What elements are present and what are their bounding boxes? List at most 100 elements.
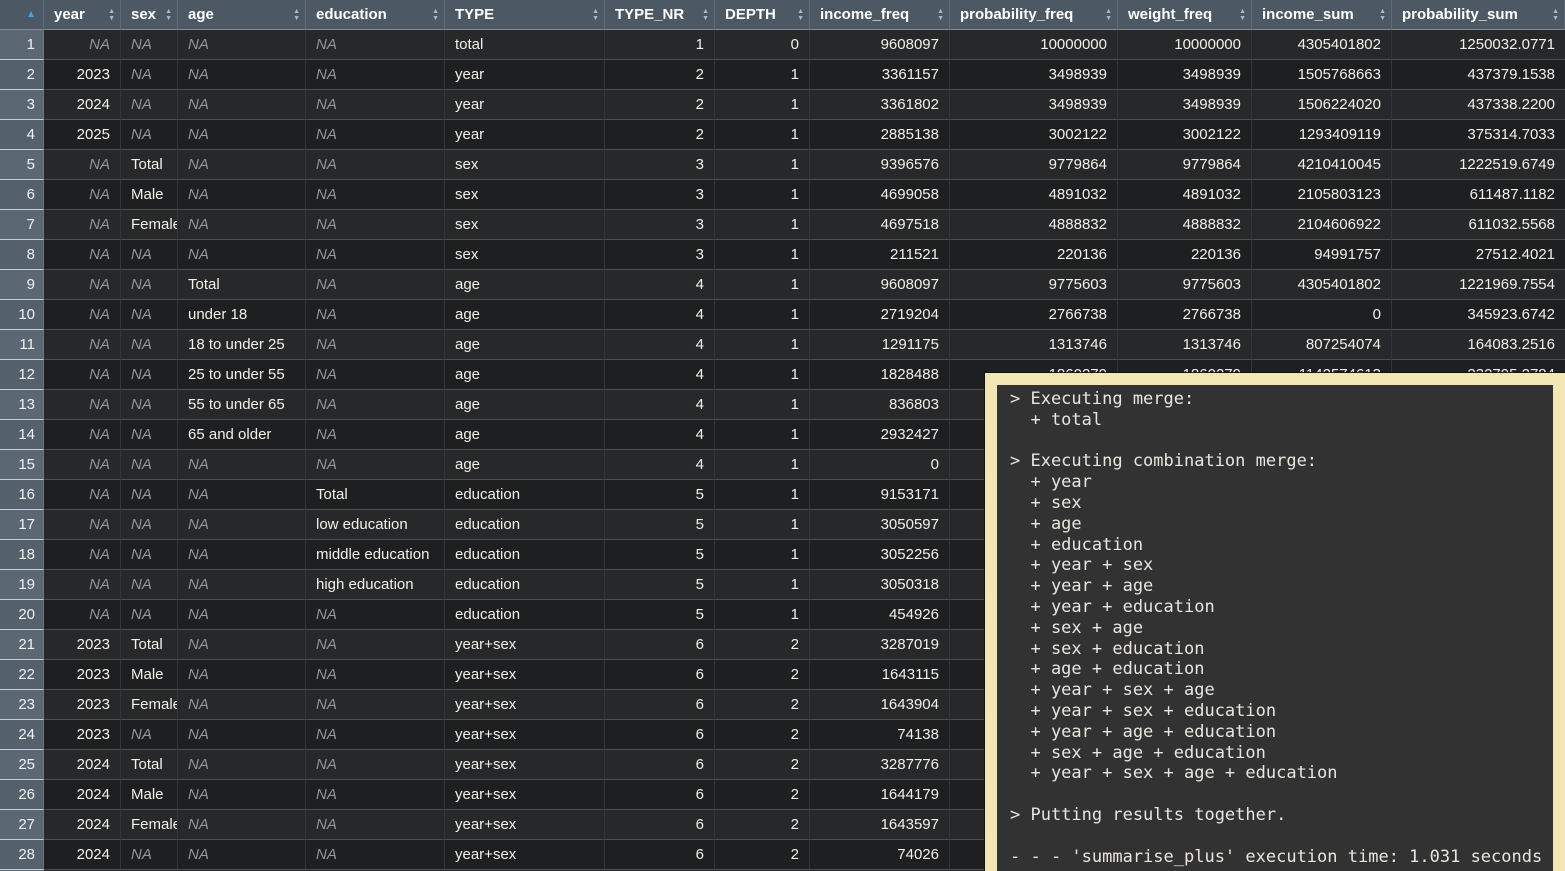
- column-header-income_freq[interactable]: income_freq ▲▼: [810, 0, 950, 30]
- cell: NA: [178, 480, 306, 510]
- console-output: > Executing merge: + total > Executing c…: [997, 385, 1553, 871]
- cell: NA: [121, 840, 178, 870]
- row-number: 16: [0, 480, 44, 510]
- cell: 2: [715, 690, 810, 720]
- cell: 94991757: [1252, 240, 1392, 270]
- cell: 9396576: [810, 150, 950, 180]
- cell: 2: [715, 750, 810, 780]
- column-header-sex[interactable]: sex▲▼: [121, 0, 178, 30]
- cell: 4699058: [810, 180, 950, 210]
- cell: 1: [715, 60, 810, 90]
- sort-arrows-icon: ▲▼: [1379, 8, 1386, 22]
- cell: 6: [605, 690, 715, 720]
- sort-arrows-icon: ▲▼: [937, 8, 944, 22]
- row-number: 17: [0, 510, 44, 540]
- row-number: 11: [0, 330, 44, 360]
- cell: 4: [605, 420, 715, 450]
- sort-arrows-icon: ▲▼: [1552, 8, 1559, 22]
- column-header-depth[interactable]: DEPTH▲▼: [715, 0, 810, 30]
- cell: 1: [715, 540, 810, 570]
- cell: 4891032: [950, 180, 1118, 210]
- row-index-header[interactable]: ▲: [0, 0, 44, 30]
- cell: 1: [715, 390, 810, 420]
- cell: 2023: [44, 60, 121, 90]
- sort-arrows-icon: ▲▼: [702, 8, 709, 22]
- cell: NA: [44, 30, 121, 60]
- column-header-age[interactable]: age▲▼: [178, 0, 306, 30]
- cell: 3361157: [810, 60, 950, 90]
- cell: NA: [44, 240, 121, 270]
- row-number: 19: [0, 570, 44, 600]
- column-header-income_sum[interactable]: income_sum▲▼: [1252, 0, 1392, 30]
- cell: education: [445, 510, 605, 540]
- table-row: 1NANANANAtotal10960809710000000100000004…: [0, 30, 1565, 60]
- cell: year: [445, 60, 605, 90]
- cell: 3287019: [810, 630, 950, 660]
- cell: NA: [306, 210, 445, 240]
- cell: age: [445, 270, 605, 300]
- cell: NA: [178, 810, 306, 840]
- cell: 4: [605, 360, 715, 390]
- sort-arrows-icon: ▲▼: [1239, 8, 1246, 22]
- cell: 437379.1538: [1392, 60, 1565, 90]
- cell: Male: [121, 180, 178, 210]
- cell: 3498939: [950, 60, 1118, 90]
- row-number: 3: [0, 90, 44, 120]
- cell: NA: [121, 390, 178, 420]
- column-label: TYPE_NR: [615, 6, 684, 23]
- row-number: 21: [0, 630, 44, 660]
- cell: Female: [121, 210, 178, 240]
- row-number: 28: [0, 840, 44, 870]
- cell: 2024: [44, 810, 121, 840]
- cell: NA: [306, 720, 445, 750]
- cell: 164083.2516: [1392, 330, 1565, 360]
- column-header-probability_sum[interactable]: probability_sum ▲▼: [1392, 0, 1565, 30]
- cell: NA: [306, 120, 445, 150]
- cell: 3052256: [810, 540, 950, 570]
- cell: 6: [605, 810, 715, 840]
- cell: Total: [178, 270, 306, 300]
- cell: NA: [178, 660, 306, 690]
- row-number: 2: [0, 60, 44, 90]
- table-row: 42025NANANAyear2128851383002122300212212…: [0, 120, 1565, 150]
- cell: 9608097: [810, 30, 950, 60]
- cell: 1: [715, 300, 810, 330]
- table-row: 8NANANANAsex3121152122013622013694991757…: [0, 240, 1565, 270]
- cell: NA: [44, 300, 121, 330]
- cell: 2766738: [950, 300, 1118, 330]
- cell: 1: [715, 330, 810, 360]
- cell: NA: [306, 150, 445, 180]
- cell: age: [445, 300, 605, 330]
- cell: 611487.1182: [1392, 180, 1565, 210]
- cell: 10000000: [1118, 30, 1252, 60]
- sort-arrows-icon: ▲▼: [592, 8, 599, 22]
- cell: 2885138: [810, 120, 950, 150]
- cell: NA: [121, 360, 178, 390]
- cell: NA: [44, 180, 121, 210]
- cell: NA: [306, 690, 445, 720]
- column-header-probability_freq[interactable]: probability_freq▲▼: [950, 0, 1118, 30]
- cell: 2024: [44, 840, 121, 870]
- cell: education: [445, 600, 605, 630]
- column-label: probability_sum: [1402, 6, 1518, 23]
- table-row: 5NATotalNANAsex3193965769779864977986442…: [0, 150, 1565, 180]
- cell: NA: [306, 360, 445, 390]
- column-header-education[interactable]: education▲▼: [306, 0, 445, 30]
- cell: NA: [178, 540, 306, 570]
- column-header-type[interactable]: TYPE▲▼: [445, 0, 605, 30]
- table-row: 11NANA18 to under 25NAage411291175131374…: [0, 330, 1565, 360]
- cell: NA: [121, 540, 178, 570]
- column-header-year[interactable]: year▲▼: [44, 0, 121, 30]
- table-row: 7NAFemaleNANAsex314697518488883248888322…: [0, 210, 1565, 240]
- cell: 55 to under 65: [178, 390, 306, 420]
- column-header-type_nr[interactable]: TYPE_NR ▲▼: [605, 0, 715, 30]
- column-header-weight_freq[interactable]: weight_freq▲▼: [1118, 0, 1252, 30]
- cell: 6: [605, 780, 715, 810]
- cell: 1644179: [810, 780, 950, 810]
- cell: 3498939: [950, 90, 1118, 120]
- cell: 27512.4021: [1392, 240, 1565, 270]
- cell: 3498939: [1118, 90, 1252, 120]
- column-label: income_freq: [820, 6, 909, 23]
- cell: NA: [178, 30, 306, 60]
- cell: 2: [715, 660, 810, 690]
